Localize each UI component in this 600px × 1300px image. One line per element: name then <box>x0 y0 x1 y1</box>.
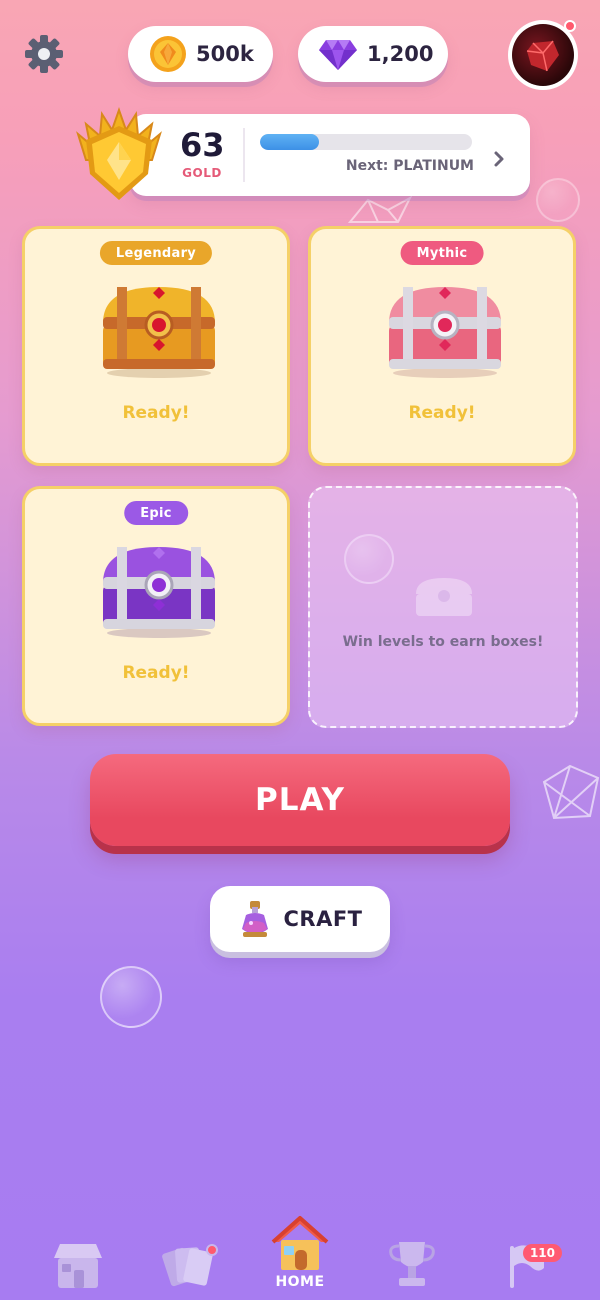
chest-card-legendary[interactable]: Legendary Ready! <box>22 226 290 466</box>
home-icon <box>271 1216 329 1270</box>
trophy-icon <box>389 1242 435 1286</box>
avatar[interactable] <box>508 20 578 90</box>
chest-status: Ready! <box>122 663 190 683</box>
chest-rarity-tag: Legendary <box>99 241 213 265</box>
craft-button-label: CRAFT <box>283 907 363 931</box>
quests-count-badge: 110 <box>522 1244 562 1262</box>
decor-crystal-icon <box>542 764 600 820</box>
rank-tier: GOLD <box>182 166 222 180</box>
gear-icon <box>25 35 63 73</box>
coin-amount: 500k <box>196 42 254 66</box>
chest-placeholder-icon <box>416 578 472 616</box>
chest-card-mythic[interactable]: Mythic Ready! <box>308 226 576 466</box>
cards-notification-dot <box>206 1244 218 1256</box>
decor-bubble <box>100 966 162 1028</box>
chevron-right-icon[interactable] <box>488 148 510 170</box>
settings-button[interactable] <box>22 32 66 76</box>
ruby-avatar-icon <box>526 40 559 72</box>
nav-shop[interactable] <box>38 1210 118 1290</box>
rank-progress-bar <box>260 134 472 150</box>
legendary-chest-icon <box>103 287 215 378</box>
nav-quests[interactable]: 110 <box>484 1210 564 1290</box>
chest-rarity-tag: Epic <box>124 501 188 525</box>
rank-badge-icon <box>76 106 162 200</box>
nav-trophy[interactable] <box>372 1210 452 1290</box>
avatar-notification-dot <box>564 20 576 32</box>
play-button[interactable]: PLAY <box>90 754 510 846</box>
chest-status: Ready! <box>122 403 190 423</box>
chest-status: Ready! <box>408 403 476 423</box>
next-rank-label: Next: PLATINUM <box>345 158 474 174</box>
divider <box>243 128 245 182</box>
gem-icon <box>319 40 357 70</box>
gem-balance[interactable]: 1,200 <box>298 26 448 82</box>
play-button-label: PLAY <box>255 782 345 818</box>
nav-home[interactable]: HOME <box>260 1210 340 1290</box>
nav-home-label: HOME <box>275 1274 325 1290</box>
chest-card-epic[interactable]: Epic Ready! <box>22 486 290 726</box>
coin-balance[interactable]: 500k <box>128 26 273 82</box>
gem-amount: 1,200 <box>367 42 434 66</box>
coin-icon <box>150 36 186 72</box>
epic-chest-icon <box>103 547 215 638</box>
craft-button[interactable]: CRAFT <box>210 886 390 952</box>
decor-crystal-icon <box>348 196 412 223</box>
shop-icon <box>54 1244 102 1288</box>
empty-chest-slot[interactable]: Win levels to earn boxes! <box>308 486 578 728</box>
empty-slot-text: Win levels to earn boxes! <box>342 634 544 650</box>
rank-level: 63 <box>180 126 225 164</box>
chest-rarity-tag: Mythic <box>400 241 484 265</box>
potion-icon <box>242 901 269 937</box>
rank-progress-fill <box>260 134 320 150</box>
mythic-chest-icon <box>389 287 501 378</box>
nav-cards[interactable] <box>148 1210 228 1290</box>
decor-bubble <box>536 178 580 222</box>
